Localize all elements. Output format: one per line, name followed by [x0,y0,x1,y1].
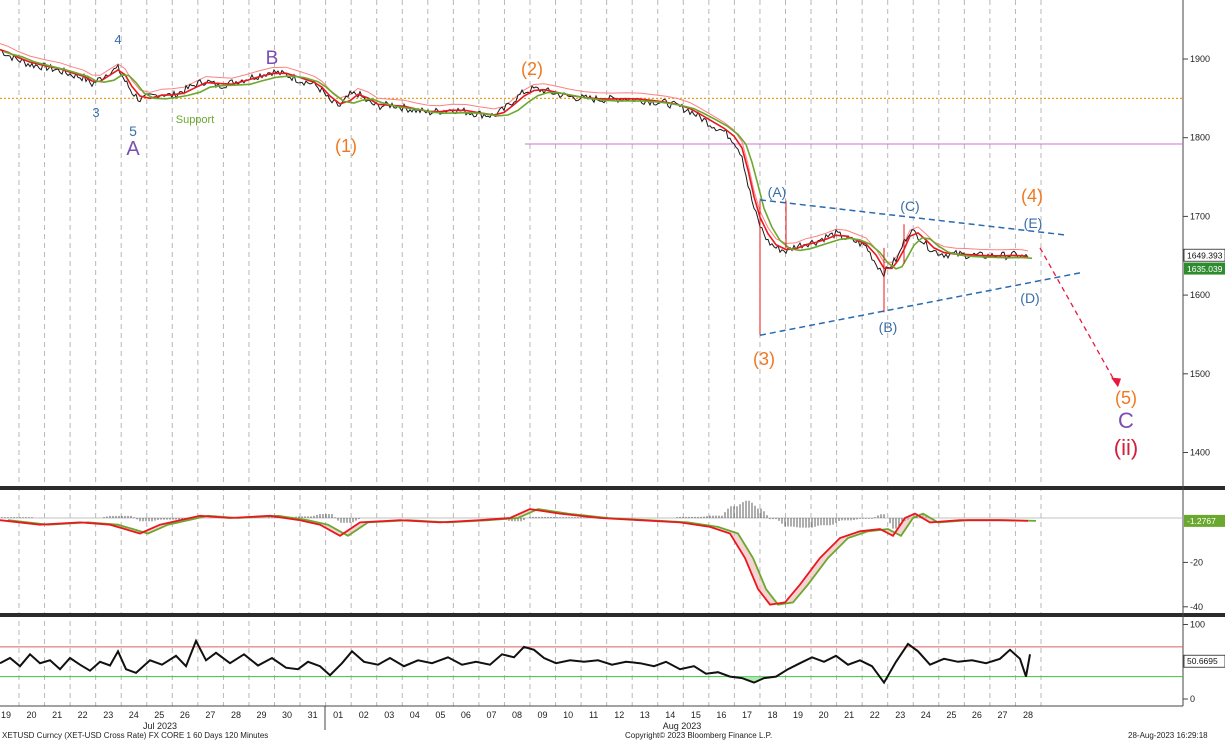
x-tick-label: 06 [461,710,471,720]
x-tick-label: 16 [716,710,726,720]
wave-label: (2) [521,59,543,79]
x-tick-label: 07 [486,710,496,720]
y-tick-label: 1800 [1190,133,1210,143]
x-tick-label: 24 [921,710,931,720]
footer-security: XETUSD Curncy (XET-USD Cross Rate) FX CO… [2,731,269,740]
x-tick-label: 03 [384,710,394,720]
panel-separator-1 [0,486,1225,490]
x-tick-label: 11 [589,710,598,720]
x-tick-label: 18 [767,710,777,720]
wave-label: (5) [1115,388,1137,408]
wave-label: (B) [879,319,898,335]
rsi-last-tag-label: 50.6695 [1187,656,1218,666]
wave-label: (D) [1020,290,1039,306]
wave-label: (1) [335,136,357,156]
x-month-label: Jul 2023 [143,721,177,731]
wave-label: 4 [114,32,121,47]
x-tick-label: 22 [78,710,88,720]
x-tick-label: 20 [27,710,37,720]
y-tick-label: 1500 [1190,369,1210,379]
x-tick-label: 04 [410,710,420,720]
chart-canvas: 1649.393 1635.039 -1.2767 50.6695 19 20 21 2… [0,0,1225,731]
x-tick-label: 26 [972,710,982,720]
y-tick-label: 1900 [1190,54,1210,64]
projection-arrow-line [1039,247,1116,382]
x-tick-label: 23 [103,710,113,720]
osc-main-line [0,508,1029,606]
vertical-grid [18,0,1042,706]
wave-label: Support [176,114,215,126]
y-tick-label: 1600 [1190,290,1210,300]
price-line [0,49,1029,279]
price-upper-band [0,43,1029,263]
projection-arrowhead [1111,377,1121,388]
x-tick-label: 21 [844,710,854,720]
x-tick-label: 30 [282,710,292,720]
x-tick-label: 13 [640,710,650,720]
y-tick-label: 100 [1190,620,1205,630]
x-tick-label: 14 [665,710,675,720]
x-tick-label: 19 [1,710,11,720]
y-tick-label: -20 [1190,557,1203,567]
x-tick-label: 08 [512,710,522,720]
footer-copyright: Copyright© 2023 Bloomberg Finance L.P. [625,731,773,740]
x-tick-label: 28 [1023,710,1033,720]
wave-label: (E) [1024,215,1043,231]
y-tick-label: 0 [1190,694,1195,704]
wave-label: A [126,138,140,160]
osc-fill [0,509,1036,605]
wave-label: (3) [753,349,775,369]
x-tick-label: 12 [614,710,624,720]
x-month-label: Aug 2023 [663,721,702,731]
panel-separator-2 [0,613,1225,617]
x-tick-label: 15 [691,710,701,720]
x-tick-label: 29 [256,710,266,720]
x-tick-label: 21 [52,710,62,720]
wave-label: (A) [768,184,787,200]
x-tick-label: 23 [895,710,905,720]
footer-timestamp: 28-Aug-2023 16:29:18 [1128,731,1208,740]
x-tick-label: 25 [154,710,164,720]
x-tick-label: 26 [180,710,190,720]
wave-label: B [266,48,279,69]
y-tick-label: -40 [1190,602,1203,612]
wave-label: 5 [129,123,137,139]
slow-ma-line [3,50,1033,270]
x-tick-label: 09 [538,710,548,720]
axis-labels: 19 20 21 22 23 24 25 26 27 28 29 30 31 01 02 03 04 05 06 07… [1,54,1210,731]
wave-label: (C) [900,198,919,214]
x-tick-label: 27 [997,710,1007,720]
y-tick-label: 1700 [1190,211,1210,221]
x-tick-label: 25 [946,710,956,720]
x-tick-label: 02 [359,710,369,720]
x-tick-label: 20 [819,710,829,720]
x-tick-label: 24 [129,710,139,720]
wave-label: (ii) [1114,435,1138,460]
fast-ma-line [0,48,1029,270]
x-tick-label: 17 [742,710,752,720]
wave-label: (4) [1021,186,1043,206]
x-tick-label: 28 [231,710,241,720]
x-tick-label: 22 [870,710,880,720]
x-tick-label: 31 [308,710,318,720]
y-tick-label: 1400 [1190,448,1210,458]
wave-label: C [1118,408,1134,433]
x-tick-label: 19 [793,710,803,720]
x-tick-label: 05 [435,710,445,720]
osc-last-tag-label: -1.2767 [1187,516,1216,526]
last-price-tag-2-label: 1635.039 [1187,264,1223,274]
wave-label: 3 [92,105,99,120]
x-tick-label: 27 [205,710,215,720]
last-price-tag-label: 1649.393 [1187,251,1223,261]
x-tick-label: 01 [333,710,343,720]
x-tick-label: 10 [563,710,573,720]
